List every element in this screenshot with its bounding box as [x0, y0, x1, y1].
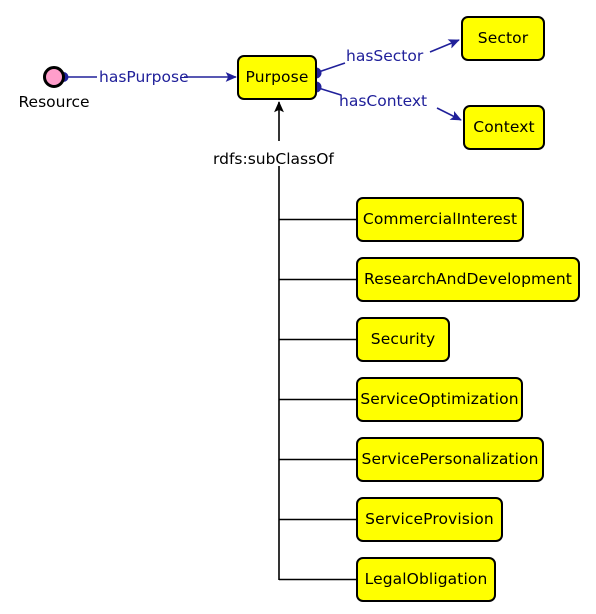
class-box-research-and-development[interactable]: ResearchAndDevelopment: [356, 257, 580, 302]
class-label-service-provision: ServiceProvision: [365, 509, 494, 528]
class-label-service-personalization: ServicePersonalization: [361, 449, 539, 468]
edge-label-has-purpose: hasPurpose: [99, 68, 189, 86]
class-box-context[interactable]: Context: [463, 105, 545, 150]
class-label-service-optimization: ServiceOptimization: [360, 389, 519, 408]
class-box-service-provision[interactable]: ServiceProvision: [356, 497, 503, 542]
class-box-legal-obligation[interactable]: LegalObligation: [356, 557, 496, 602]
class-label-sector: Sector: [477, 28, 529, 47]
class-label-research-and-development: ResearchAndDevelopment: [364, 269, 572, 288]
class-label-security: Security: [370, 329, 436, 348]
resource-instance-node[interactable]: [43, 66, 65, 88]
class-box-service-personalization[interactable]: ServicePersonalization: [356, 437, 544, 482]
class-box-purpose[interactable]: Purpose: [237, 55, 317, 100]
edge-label-subclass-of: rdfs:subClassOf: [213, 150, 334, 168]
edge-subclass-branches: [279, 218, 356, 581]
resource-node-label: Resource: [18, 93, 90, 111]
class-box-commercial-interest[interactable]: CommercialInterest: [356, 197, 524, 242]
edge-label-has-context: hasContext: [339, 92, 428, 110]
class-label-context: Context: [473, 117, 535, 136]
class-label-commercial-interest: CommercialInterest: [362, 209, 518, 228]
class-box-sector[interactable]: Sector: [461, 16, 545, 61]
class-box-security[interactable]: Security: [356, 317, 450, 362]
ontology-diagram: Resource hasPurpose hasSector hasContext…: [0, 0, 596, 614]
edge-label-has-sector: hasSector: [346, 47, 424, 65]
class-label-legal-obligation: LegalObligation: [364, 569, 488, 588]
class-box-service-optimization[interactable]: ServiceOptimization: [356, 377, 523, 422]
class-label-purpose: Purpose: [245, 67, 309, 86]
